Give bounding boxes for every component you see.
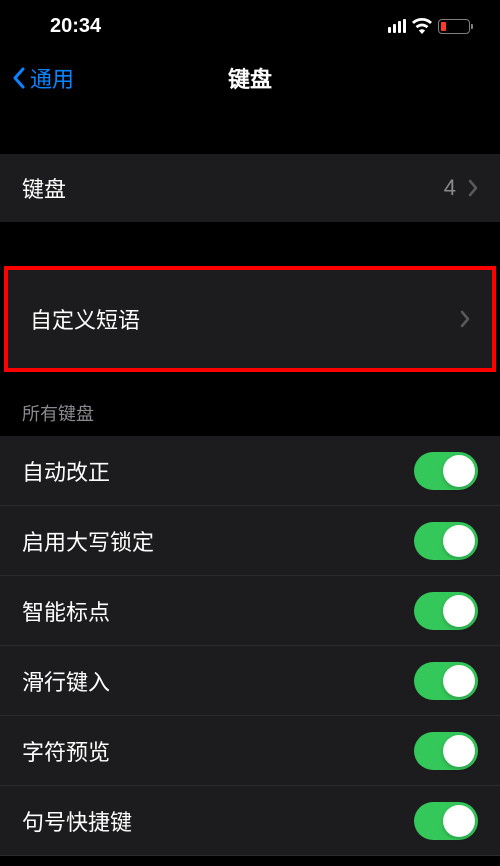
keyboards-row[interactable]: 键盘 4 — [0, 154, 500, 222]
back-label: 通用 — [30, 62, 74, 94]
cell-label: 字符预览 — [22, 735, 110, 767]
slide-to-type-row: 滑行键入 — [0, 646, 500, 716]
cell-label: 自动改正 — [22, 455, 110, 487]
character-preview-row: 字符预览 — [0, 716, 500, 786]
nav-header: 通用 键盘 — [0, 48, 500, 108]
caps-lock-switch[interactable] — [414, 522, 478, 560]
highlight-annotation: 自定义短语 — [4, 266, 496, 372]
cell-label: 智能标点 — [22, 595, 110, 627]
caps-lock-row: 启用大写锁定 — [0, 506, 500, 576]
back-button[interactable]: 通用 — [12, 62, 74, 94]
character-preview-switch[interactable] — [414, 732, 478, 770]
slide-to-type-switch[interactable] — [414, 662, 478, 700]
chevron-left-icon — [12, 67, 26, 89]
status-bar: 20:34 — [0, 0, 500, 48]
period-shortcut-row: 句号快捷键 — [0, 786, 500, 856]
status-time: 20:34 — [50, 15, 101, 38]
auto-correction-switch[interactable] — [414, 452, 478, 490]
chevron-right-icon — [460, 310, 470, 328]
cell-value: 4 — [444, 175, 456, 201]
page-title: 键盘 — [228, 62, 272, 94]
smart-punctuation-switch[interactable] — [414, 592, 478, 630]
chevron-right-icon — [468, 179, 478, 197]
smart-punctuation-row: 智能标点 — [0, 576, 500, 646]
status-icons — [388, 18, 470, 34]
text-replacement-row[interactable]: 自定义短语 — [8, 270, 492, 368]
period-shortcut-switch[interactable] — [414, 802, 478, 840]
cell-label: 启用大写锁定 — [22, 525, 154, 557]
cell-label: 自定义短语 — [30, 303, 140, 335]
auto-correction-row: 自动改正 — [0, 436, 500, 506]
cell-label: 滑行键入 — [22, 665, 110, 697]
cell-label: 键盘 — [22, 172, 66, 204]
battery-icon — [438, 19, 470, 34]
cellular-signal-icon — [388, 19, 406, 33]
wifi-icon — [412, 18, 432, 34]
section-header: 所有键盘 — [0, 372, 500, 436]
cell-label: 句号快捷键 — [22, 805, 132, 837]
